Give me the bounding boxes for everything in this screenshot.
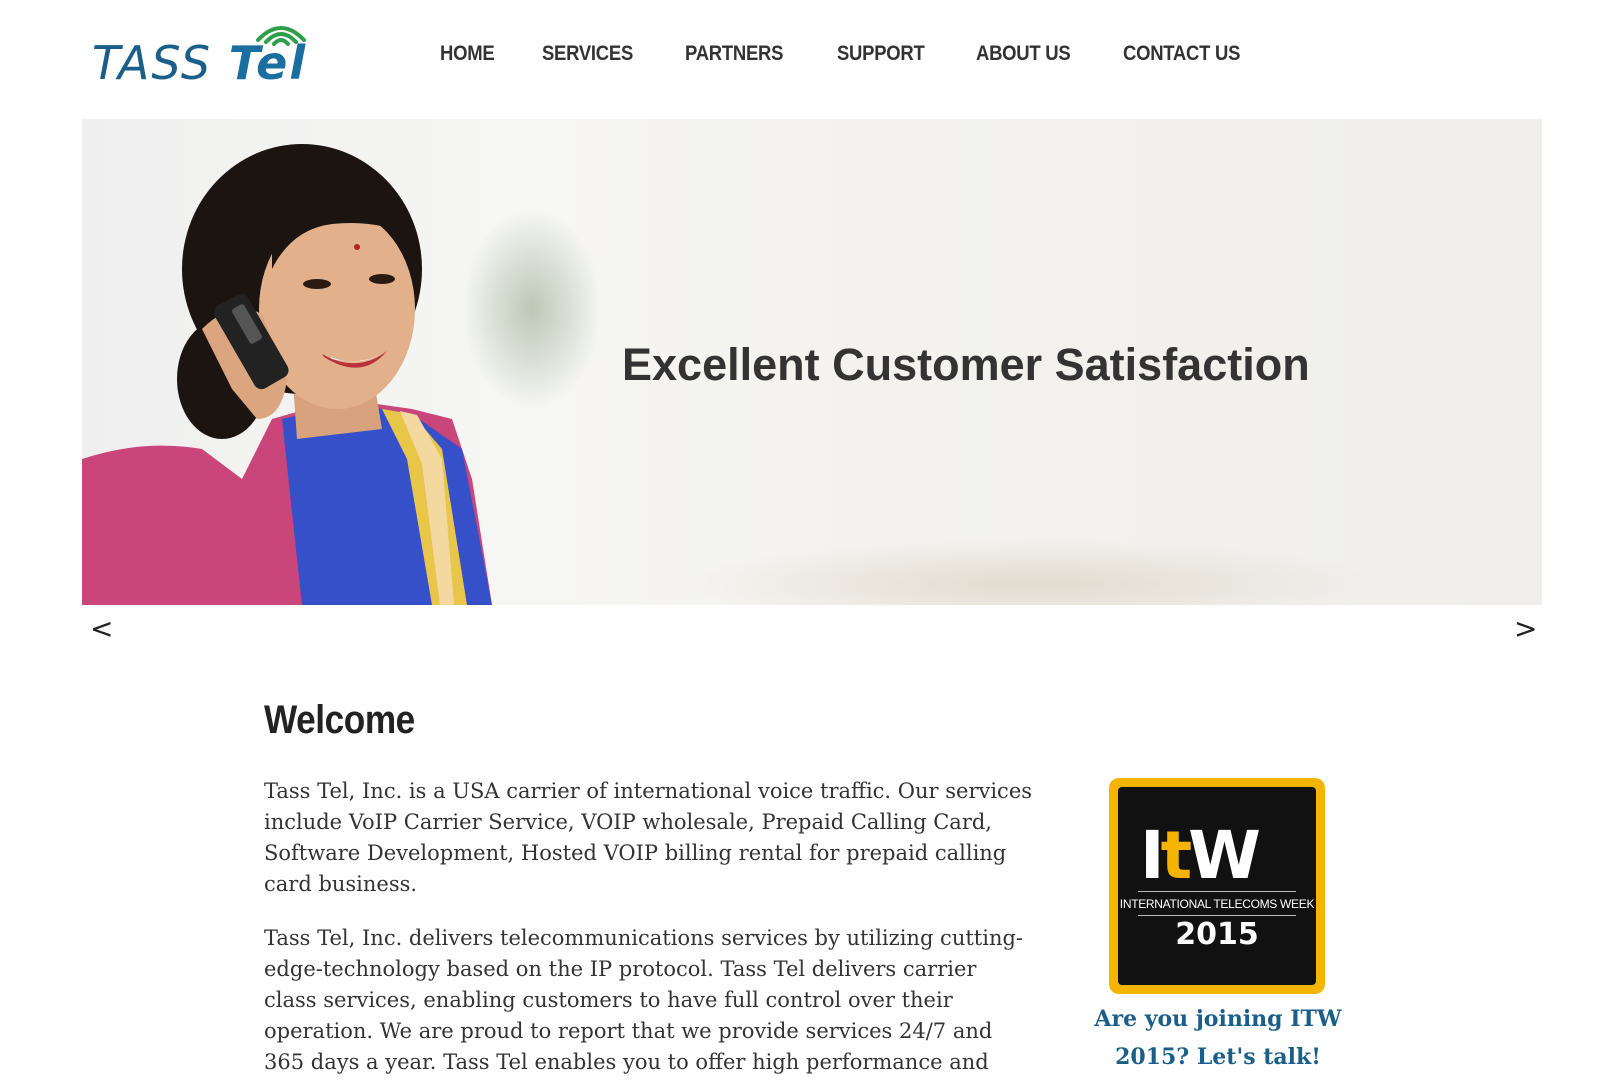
itw-subtitle: INTERNATIONAL TELECOMS WEEK xyxy=(1119,897,1315,911)
slider-next-button[interactable]: > xyxy=(1514,612,1537,645)
nav-support[interactable]: SUPPORT xyxy=(837,42,925,66)
tasstel-logo[interactable]: TASS Tel xyxy=(92,14,322,94)
badge-divider-top xyxy=(1138,891,1296,892)
itw-logo-t: t xyxy=(1160,817,1193,894)
logo-wordmark: TASS Tel xyxy=(92,36,307,90)
nav-contact-us[interactable]: CONTACT US xyxy=(1123,42,1240,66)
hero-slider: Excellent Customer Satisfaction xyxy=(82,119,1542,605)
services-paragraph: Tass Tel, Inc. delivers telecommunicatio… xyxy=(264,926,1024,1074)
badge-divider-bottom xyxy=(1138,915,1296,916)
itw-logo: ItW xyxy=(1140,823,1261,889)
logo-text-accent: Tel xyxy=(228,36,308,90)
woman-on-phone-image xyxy=(82,144,492,605)
itw-cta-link[interactable]: Are you joining ITW 2015? Let's talk! xyxy=(1090,1000,1346,1076)
nav-home[interactable]: HOME xyxy=(440,42,495,66)
nav-partners[interactable]: PARTNERS xyxy=(685,42,783,66)
nav-about-us[interactable]: ABOUT US xyxy=(976,42,1071,66)
intro-paragraph: Tass Tel, Inc. is a USA carrier of inter… xyxy=(264,779,1033,896)
hero-background-table xyxy=(682,539,1382,605)
slider-prev-button[interactable]: < xyxy=(90,612,113,645)
itw-logo-i: I xyxy=(1140,817,1164,894)
hero-caption: Excellent Customer Satisfaction xyxy=(622,339,1310,390)
logo-text-main: TASS xyxy=(92,36,229,90)
itw-badge-inner: ItW INTERNATIONAL TELECOMS WEEK 2015 xyxy=(1118,787,1316,985)
main-nav: HOME SERVICES PARTNERS SUPPORT ABOUT US … xyxy=(440,42,1297,66)
site-header: TASS Tel HOME SERVICES PARTNERS SUPPORT … xyxy=(0,0,1600,118)
welcome-heading: Welcome xyxy=(264,698,415,742)
itw-year: 2015 xyxy=(1175,917,1259,952)
nav-services[interactable]: SERVICES xyxy=(542,42,633,66)
itw-2015-badge[interactable]: ItW INTERNATIONAL TELECOMS WEEK 2015 xyxy=(1109,778,1325,994)
itw-logo-w: W xyxy=(1188,817,1261,894)
